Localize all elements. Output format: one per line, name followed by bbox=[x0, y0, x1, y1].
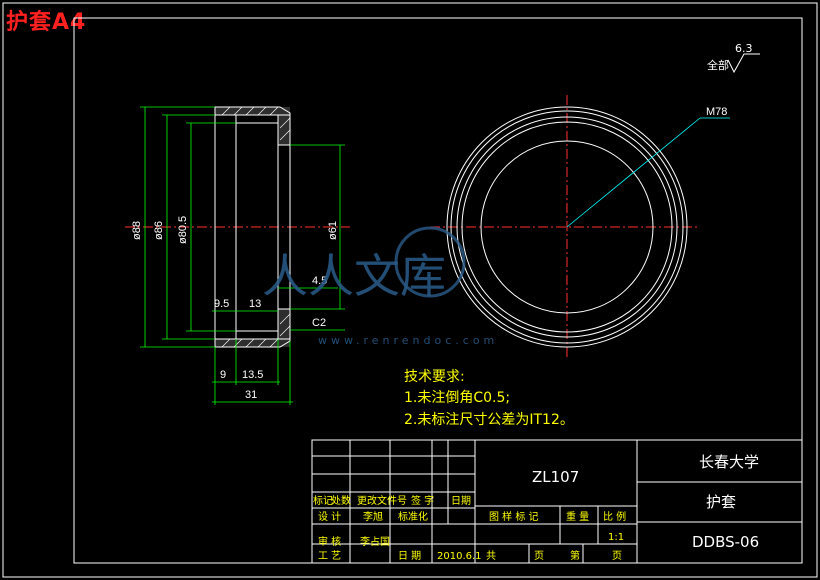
tb-page2: 页 bbox=[612, 550, 622, 562]
tb-code: DDBS-06 bbox=[692, 533, 759, 551]
dim-d61: ø61 bbox=[327, 221, 339, 240]
tech-note-1: 1.未注倒角C0.5; bbox=[404, 390, 510, 406]
tb-date: 日期 bbox=[451, 495, 471, 507]
tb-designer: 李旭 bbox=[363, 510, 383, 523]
tb-change-doc: 更改文件号 bbox=[357, 494, 407, 507]
tb-weight: 重 量 bbox=[566, 510, 589, 523]
tb-sheet-no: 第 bbox=[570, 549, 580, 562]
dim-chamfer-c2: C2 bbox=[312, 317, 326, 329]
dim-d86: ø86 bbox=[153, 221, 165, 240]
roughness-symbol: 全部 6.3 bbox=[707, 42, 760, 74]
dim-13-5: 13.5 bbox=[242, 369, 263, 381]
tb-count: 处数 bbox=[331, 494, 351, 507]
tb-signature: 签 字 bbox=[411, 494, 434, 507]
tb-part-name: 护套 bbox=[706, 493, 736, 511]
tb-date-value: 2010.6.1 bbox=[437, 551, 482, 562]
tech-note-2: 2.未标注尺寸公差为IT12。 bbox=[404, 412, 574, 428]
roughness-value: 6.3 bbox=[735, 42, 753, 55]
dim-d80-5: ø80.5 bbox=[177, 216, 189, 244]
tb-standardize: 标准化 bbox=[398, 510, 428, 523]
dim-d88: ø88 bbox=[131, 221, 143, 240]
dim-13: 13 bbox=[249, 298, 261, 310]
tb-scale: 比 例 bbox=[603, 510, 626, 523]
tb-reviewer: 李占国 bbox=[360, 535, 390, 548]
tech-notes-title: 技术要求: bbox=[404, 369, 465, 385]
roughness-label: 全部 bbox=[707, 58, 729, 72]
tb-process: 工 艺 bbox=[318, 550, 341, 562]
watermark-url: www.renrendoc.com bbox=[318, 334, 498, 347]
tb-stage-mark: 图 样 标 记 bbox=[489, 510, 539, 523]
tb-school: 长春大学 bbox=[699, 453, 759, 471]
tb-review: 审 核 bbox=[318, 535, 341, 548]
tb-total: 共 bbox=[486, 550, 496, 562]
tb-mark: 标记 bbox=[313, 495, 333, 507]
tb-scale-value: 1:1 bbox=[608, 532, 624, 543]
front-view bbox=[430, 95, 730, 360]
dim-9: 9 bbox=[220, 369, 226, 381]
dim-9-5: 9.5 bbox=[214, 298, 229, 310]
tb-drawing-no: ZL107 bbox=[532, 468, 579, 486]
tb-page: 页 bbox=[534, 550, 544, 562]
dim-31: 31 bbox=[245, 389, 257, 401]
watermark-text: 人人文库 bbox=[262, 249, 446, 303]
tb-date2: 日 期 bbox=[398, 550, 421, 562]
tb-design: 设 计 bbox=[318, 510, 341, 523]
drawing-canvas: 全部 6.3 ø88 ø86 ø80.5 ø61 4.5 9.5 13 C2 9… bbox=[2, 2, 818, 578]
dim-thread-m78: M78 bbox=[706, 106, 727, 118]
